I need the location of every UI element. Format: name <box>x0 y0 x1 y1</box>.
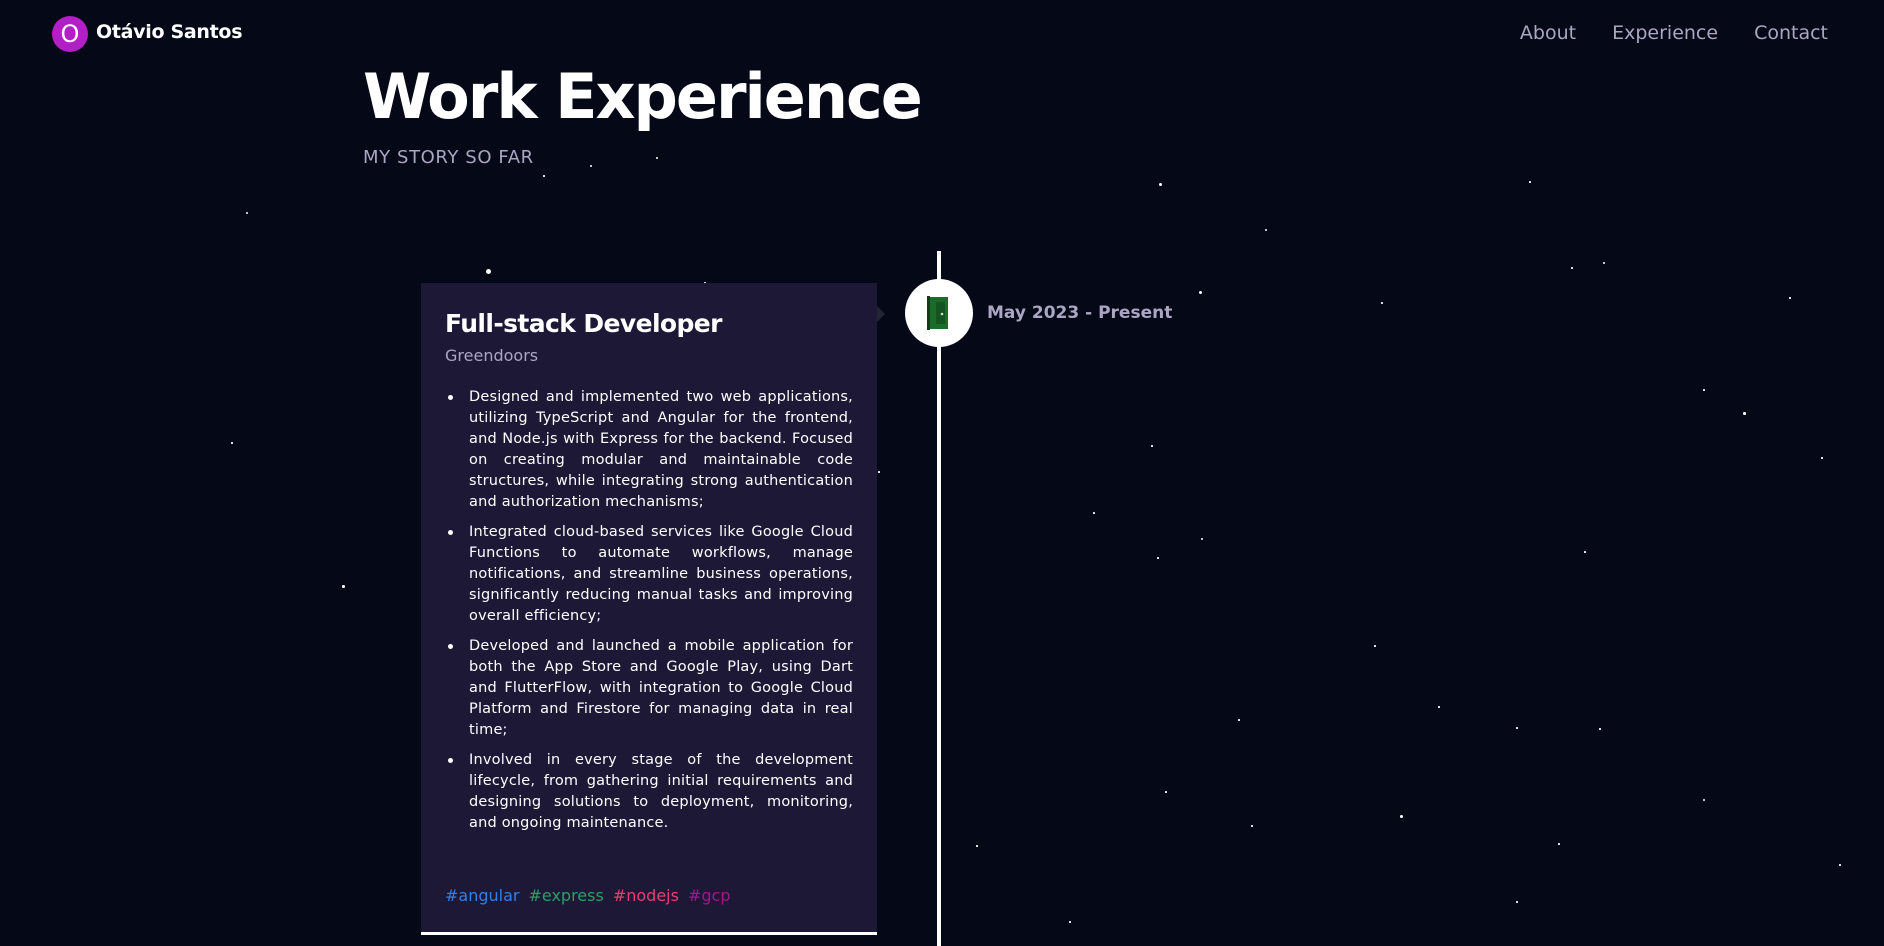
tag-nodejs: #nodejs <box>612 886 679 905</box>
star <box>1238 719 1240 721</box>
star <box>1157 557 1159 559</box>
star <box>976 845 978 847</box>
star <box>1743 412 1746 415</box>
star <box>1151 445 1153 447</box>
page: O Otávio Santos About Experience Contact… <box>0 0 1884 946</box>
experience-points: Designed and implemented two web applica… <box>445 387 853 834</box>
star <box>231 442 233 444</box>
star <box>1789 297 1791 299</box>
star <box>1381 302 1383 304</box>
star <box>1374 645 1376 647</box>
star <box>1201 538 1203 540</box>
experience-date: May 2023 - Present <box>987 303 1173 323</box>
star <box>1159 183 1162 186</box>
timeline-line <box>937 251 941 946</box>
green-door-icon <box>905 279 973 347</box>
star <box>1839 864 1841 866</box>
list-item: Involved in every stage of the developme… <box>445 750 853 834</box>
star <box>1603 262 1605 264</box>
tag-gcp: #gcp <box>687 886 731 905</box>
star <box>1703 799 1705 801</box>
star <box>1703 389 1705 391</box>
star <box>1093 512 1095 514</box>
star <box>1584 551 1586 553</box>
brand-name[interactable]: Otávio Santos <box>96 21 243 43</box>
navbar: O Otávio Santos About Experience Contact <box>0 0 1884 70</box>
star <box>1516 901 1518 903</box>
nav-link-contact[interactable]: Contact <box>1754 22 1828 44</box>
star <box>1558 843 1560 845</box>
logo-icon[interactable]: O <box>52 16 88 52</box>
star <box>590 165 592 167</box>
star <box>1529 181 1531 183</box>
star <box>1821 457 1823 459</box>
company-name: Greendoors <box>445 346 539 365</box>
role-title: Full-stack Developer <box>445 309 722 338</box>
star <box>246 212 248 214</box>
list-item: Designed and implemented two web applica… <box>445 387 853 513</box>
section-title: Work Experience <box>363 60 923 133</box>
star <box>656 157 658 159</box>
star <box>1069 921 1071 923</box>
list-item: Developed and launched a mobile applicat… <box>445 636 853 741</box>
star <box>1516 727 1518 729</box>
star <box>486 269 491 274</box>
star <box>1438 706 1440 708</box>
tag-list: #angular #express #nodejs #gcp <box>445 886 730 905</box>
card-arrow <box>877 306 885 322</box>
experience-card: Full-stack Developer Greendoors Designed… <box>421 283 877 935</box>
star <box>1571 267 1573 269</box>
star <box>1599 728 1601 730</box>
starfield-background <box>0 0 1884 946</box>
nav-link-about[interactable]: About <box>1520 22 1576 44</box>
list-item: Integrated cloud-based services like Goo… <box>445 522 853 627</box>
star <box>543 175 545 177</box>
star <box>1251 825 1253 827</box>
nav-link-experience[interactable]: Experience <box>1612 22 1718 44</box>
tag-angular: #angular <box>445 886 520 905</box>
star <box>1165 791 1167 793</box>
star <box>878 471 880 473</box>
star <box>1265 229 1267 231</box>
star <box>1400 815 1403 818</box>
star <box>1199 291 1202 294</box>
star <box>342 585 345 588</box>
tag-express: #express <box>528 886 604 905</box>
nav-links: About Experience Contact <box>1520 22 1828 44</box>
section-subtitle: MY STORY SO FAR <box>363 147 534 168</box>
